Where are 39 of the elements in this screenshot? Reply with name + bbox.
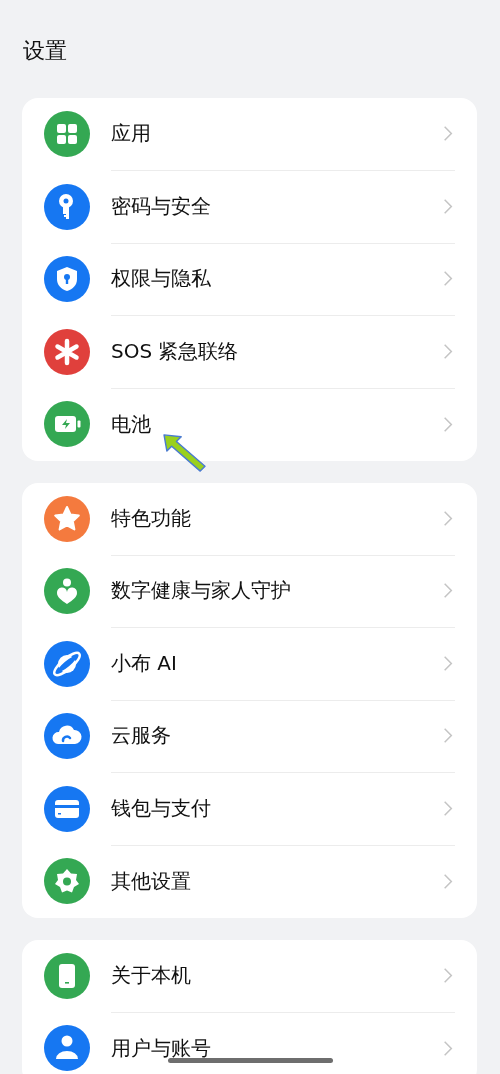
settings-item[interactable]: 密码与安全 [44, 170, 477, 243]
item-label: 权限与隐私 [111, 265, 211, 293]
item-label: 小布 AI [111, 649, 177, 677]
chevron-right-icon [443, 197, 453, 215]
settings-item[interactable]: SOS 紧急联络 [44, 315, 477, 388]
chevron-right-icon [443, 727, 453, 745]
item-label: 其他设置 [111, 867, 191, 895]
settings-item[interactable]: 钱包与支付 [44, 772, 477, 845]
page-title: 设置 [22, 37, 68, 65]
item-label: 密码与安全 [111, 192, 211, 220]
settings-item[interactable]: 数字健康与家人守护 [44, 555, 477, 628]
settings-item[interactable]: 应用 [44, 98, 477, 171]
settings-item[interactable]: 其他设置 [44, 845, 477, 918]
settings-item[interactable]: 关于本机 [44, 939, 477, 1012]
item-label: 电池 [111, 410, 151, 438]
chevron-right-icon [443, 582, 453, 600]
item-label: 关于本机 [111, 961, 191, 989]
chevron-right-icon [443, 125, 453, 143]
item-label: SOS 紧急联络 [111, 337, 239, 365]
item-label: 云服务 [111, 722, 171, 750]
chevron-right-icon [443, 342, 453, 360]
item-label: 数字健康与家人守护 [111, 577, 291, 605]
item-label: 用户与账号 [111, 1034, 211, 1062]
item-label: 钱包与支付 [111, 794, 211, 822]
chevron-right-icon [443, 270, 453, 288]
item-label: 特色功能 [111, 504, 191, 532]
settings-item[interactable]: 电池 [44, 388, 477, 461]
chevron-right-icon [443, 799, 453, 817]
chevron-right-icon [443, 654, 453, 672]
chevron-right-icon [443, 966, 453, 984]
chevron-right-icon [443, 1039, 453, 1057]
chevron-right-icon [443, 415, 453, 433]
chevron-right-icon [443, 509, 453, 527]
chevron-right-icon [443, 872, 453, 890]
item-label: 应用 [111, 120, 151, 148]
settings-item[interactable]: 小布 AI [44, 627, 477, 700]
settings-item[interactable]: 云服务 [44, 700, 477, 773]
settings-item[interactable]: 权限与隐私 [44, 243, 477, 316]
settings-item[interactable]: 特色功能 [44, 482, 477, 555]
